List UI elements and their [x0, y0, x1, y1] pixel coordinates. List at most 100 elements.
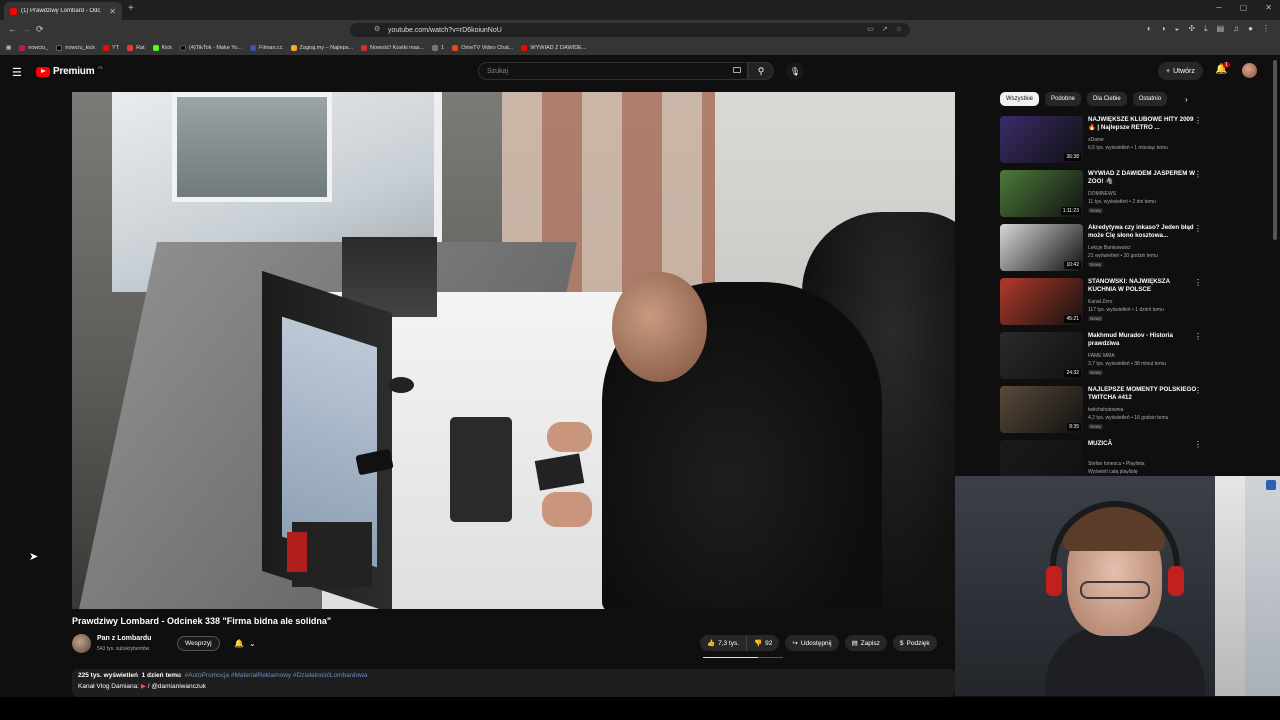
more-options-icon[interactable]: ⋮ [1194, 332, 1202, 341]
video-thumbnail[interactable]: 10:42 [1000, 224, 1083, 271]
sidebar-icon[interactable]: ▤ [1217, 24, 1225, 34]
recommendation-channel[interactable]: xDame [1088, 137, 1104, 143]
bookmark-item[interactable]: Rat [127, 44, 145, 51]
bookmark-item[interactable]: Nowość! Kostki mas... [361, 44, 424, 51]
apps-icon[interactable]: ▦ [6, 45, 11, 51]
recommendation-channel[interactable]: Kanał Zero [1088, 299, 1112, 305]
share-button[interactable]: ↪ Udostępnij [785, 635, 839, 651]
recommendation-item[interactable]: 1:11:23 WYWIAD Z DAWIDEM JASPEREM W ZOO! … [1000, 170, 1205, 222]
close-window-button[interactable]: ✕ [1265, 3, 1272, 12]
recommendation-title[interactable]: NAJWIĘKSZE KLUBOWE HITY 2009 🔥 | Najleps… [1088, 116, 1198, 132]
account-avatar[interactable] [1242, 63, 1257, 78]
subscriber-count: 543 tys. subskrybentów [97, 646, 150, 652]
video-thumbnail[interactable]: 1:11:23 [1000, 170, 1083, 217]
youtube-premium-logo[interactable]: Premium PL [36, 65, 103, 77]
new-tab-button[interactable]: + [128, 3, 134, 14]
video-thumbnail[interactable]: 45:21 [1000, 278, 1083, 325]
save-button[interactable]: ▤ Zapisz [844, 635, 887, 651]
chip-all[interactable]: Wszystkie [1000, 92, 1039, 106]
recommendation-channel[interactable]: twitchshotownia [1088, 407, 1123, 413]
video-player[interactable] [72, 92, 955, 609]
maximize-button[interactable]: ▢ [1240, 3, 1248, 12]
recommendation-item[interactable]: 45:21 STANOWSKI: NAJWIĘKSZA KUCHNIA W POL… [1000, 278, 1205, 330]
channel-handle-link[interactable]: / @damianiwanczuk [148, 683, 206, 690]
search-button[interactable]: ⚲ [748, 62, 774, 80]
recommendation-title[interactable]: WYWIAD Z DAWIDEM JASPEREM W ZOO! 🦓 [1088, 170, 1198, 186]
subscription-bell-button[interactable]: 🔔 ⌄ [228, 636, 262, 651]
create-button[interactable]: + Utwórz [1158, 62, 1203, 80]
more-options-icon[interactable]: ⋮ [1194, 278, 1202, 287]
chip-related[interactable]: Podobne [1045, 92, 1082, 106]
join-button[interactable]: Wesprzyj [177, 636, 220, 651]
bookmark-item[interactable]: nowciu_ [19, 44, 48, 51]
more-options-icon[interactable]: ⋮ [1194, 440, 1202, 449]
recommendation-title[interactable]: MUZICĂ [1088, 440, 1198, 448]
youtube-icon: ▶ [140, 683, 146, 690]
minimize-button[interactable]: ─ [1216, 3, 1222, 12]
recommendation-channel[interactable]: Lekcje Bankowości [1088, 245, 1131, 251]
chip-for-you[interactable]: Dla Ciebie [1087, 92, 1127, 106]
tab-close-icon[interactable]: ✕ [109, 7, 116, 16]
reload-icon[interactable]: ⟳ [36, 24, 44, 35]
profile-icon[interactable]: ● [1248, 24, 1253, 34]
search-input[interactable]: Szukaj [478, 62, 748, 80]
notification-badge: 1 [1223, 62, 1230, 68]
extension-icon[interactable]: ◐ [1147, 24, 1152, 34]
bookmark-item[interactable]: WYWIAD Z DAWIDE... [521, 44, 586, 51]
recommendation-title[interactable]: NAJLEPSZE MOMENTY POLSKIEGO TWITCHA #412 [1088, 386, 1198, 402]
download-icon[interactable]: ⤓ [1204, 24, 1208, 34]
recommendation-item[interactable]: 8:35 NAJLEPSZE MOMENTY POLSKIEGO TWITCHA … [1000, 386, 1205, 438]
more-options-icon[interactable]: ⋮ [1194, 170, 1202, 179]
recommendation-title[interactable]: Akredytywa czy inkaso? Jeden błąd może C… [1088, 224, 1198, 240]
recommendation-item[interactable]: 36:38 NAJWIĘKSZE KLUBOWE HITY 2009 🔥 | Na… [1000, 116, 1205, 168]
bookmark-item[interactable]: YT [103, 44, 119, 51]
site-info-icon[interactable]: ⚙ [374, 25, 380, 33]
more-options-icon[interactable]: ⋮ [1194, 386, 1202, 395]
thanks-button[interactable]: $ Podzięk [892, 635, 937, 651]
address-bar[interactable]: ⚙ youtube.com/watch?v=rD6koiunNoU ▭ ↗ ☆ [350, 23, 910, 37]
channel-name[interactable]: Pan z Lombardu [97, 635, 151, 642]
share-icon[interactable]: ↗ [882, 25, 888, 33]
more-options-icon[interactable]: ⋮ [1194, 116, 1202, 125]
new-badge: Nowy [1088, 262, 1104, 267]
dislike-button[interactable]: 👎 92 [747, 635, 780, 651]
bookmark-item[interactable]: Filman.cc [250, 44, 283, 51]
recommendation-channel[interactable]: FAME MMA [1088, 353, 1115, 359]
chip-recent[interactable]: Ostatnio [1132, 92, 1168, 106]
extension-icon[interactable]: ◑ [1161, 24, 1166, 34]
voice-search-button[interactable]: 🎙 [786, 62, 804, 80]
chevron-right-icon[interactable]: › [1185, 95, 1188, 104]
like-button[interactable]: 👍 7,3 tys. [700, 635, 748, 651]
menu-dots-icon[interactable]: ⋮ [1262, 24, 1270, 34]
video-thumbnail[interactable]: 36:38 [1000, 116, 1083, 163]
extension-icon[interactable]: ◒ [1175, 24, 1180, 34]
video-thumbnail[interactable]: 8:35 [1000, 386, 1083, 433]
bookmark-item[interactable]: Zagraj.my – Najleps... [290, 44, 353, 51]
channel-avatar[interactable] [72, 634, 91, 653]
install-icon[interactable]: ▭ [867, 25, 874, 33]
page-scrollbar[interactable] [1273, 60, 1277, 240]
browser-tab[interactable]: (1) Prawdziwy Lombard - Odc ✕ [4, 2, 122, 20]
star-icon[interactable]: ☆ [896, 25, 902, 33]
recommendation-title[interactable]: Makhmud Muradov - Historia prawdziwa [1088, 332, 1198, 348]
hashtags[interactable]: #AutoPromocja #MateriałReklamowy #Działa… [185, 672, 368, 679]
bookmark-item[interactable]: (4)TikTok - Make Yo... [180, 44, 242, 51]
media-icon[interactable]: ♫ [1233, 24, 1239, 34]
plus-icon: + [1166, 67, 1171, 75]
bookmark-item[interactable]: OmeTV Video Chat... [452, 44, 513, 51]
keyboard-icon[interactable] [733, 67, 741, 73]
puzzle-icon[interactable]: ✣ [1188, 24, 1195, 34]
video-thumbnail[interactable]: 24:32 [1000, 332, 1083, 379]
more-options-icon[interactable]: ⋮ [1194, 224, 1202, 233]
recommendation-channel[interactable]: DOMINEWS [1088, 191, 1116, 197]
bookmark-item[interactable]: nowciu_kick [56, 44, 95, 51]
recommendation-title[interactable]: STANOWSKI: NAJWIĘKSZA KUCHNIA W POLSCE [1088, 278, 1198, 294]
bookmark-item[interactable]: Kick [152, 44, 172, 51]
recommendation-item[interactable]: 24:32 Makhmud Muradov - Historia prawdziw… [1000, 332, 1205, 384]
recommendation-item[interactable]: 10:42 Akredytywa czy inkaso? Jeden błąd m… [1000, 224, 1205, 276]
menu-icon[interactable]: ☰ [12, 66, 22, 79]
back-icon[interactable]: ← [8, 24, 17, 34]
bookmark-item[interactable]: 1 [432, 44, 444, 51]
forward-icon[interactable]: → [22, 24, 31, 34]
recommendation-channel[interactable]: Stefan Ionescu • Playlista [1088, 461, 1145, 467]
